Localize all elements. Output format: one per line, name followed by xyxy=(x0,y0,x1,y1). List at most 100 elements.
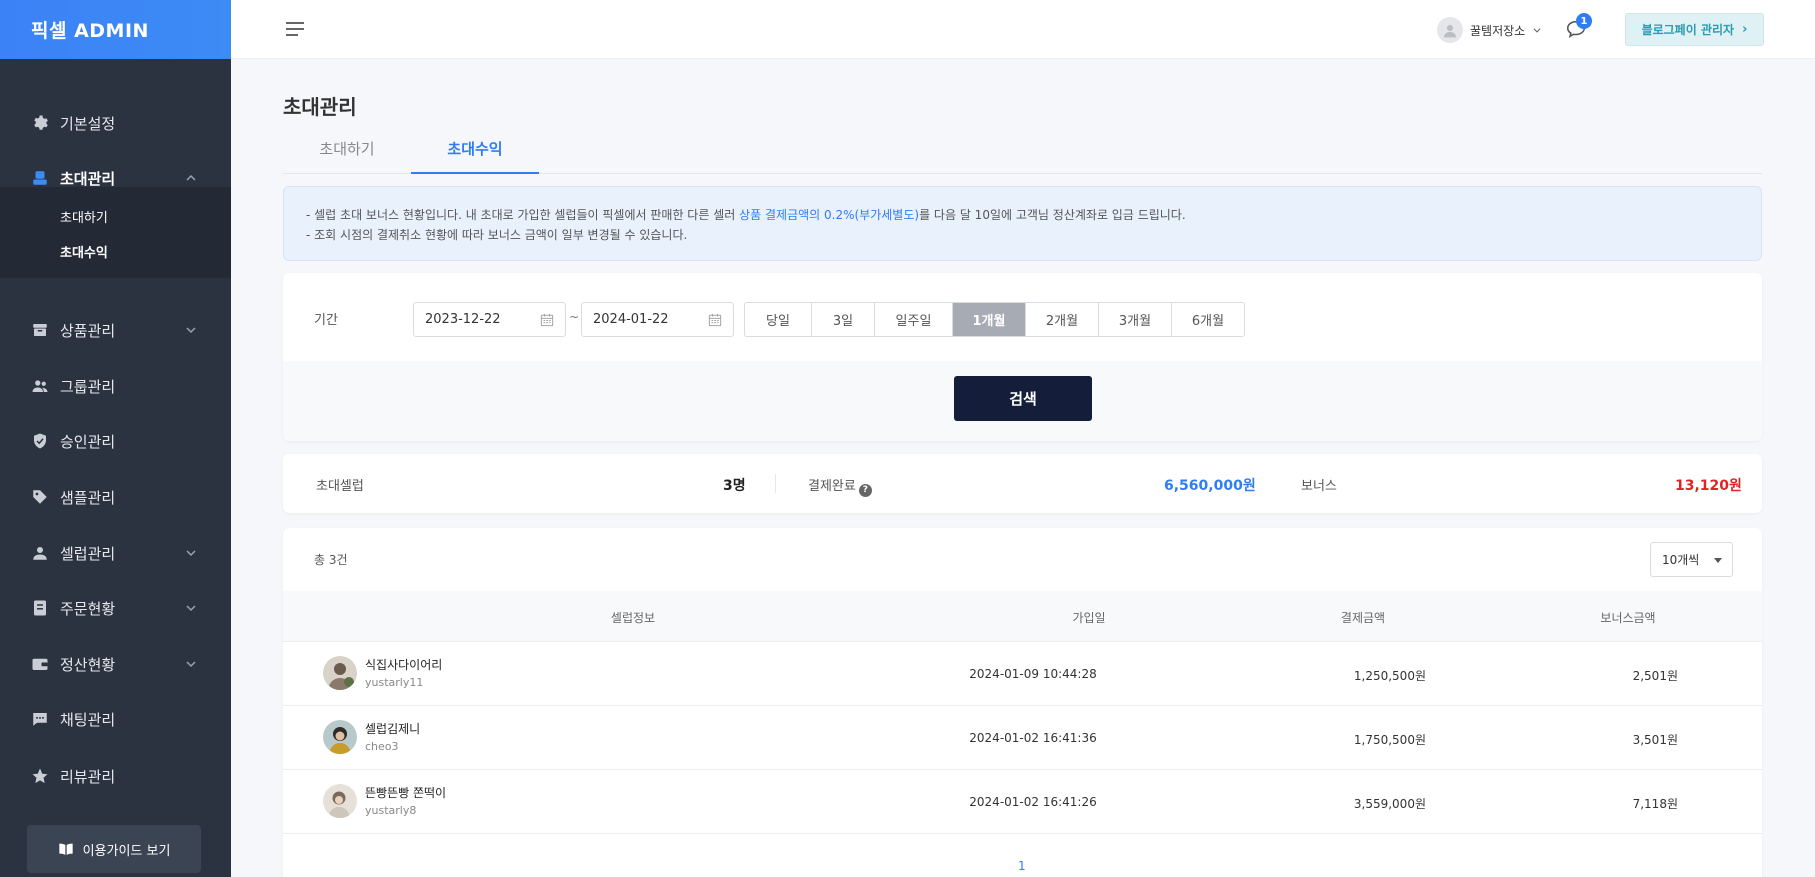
summary-bar: 초대셀럽 3명 결제완료? 6,560,000원 보너스 13,120원 xyxy=(283,454,1762,513)
sidebar-item-label: 상품관리 xyxy=(60,321,116,340)
search-button[interactable]: 검색 xyxy=(954,376,1092,421)
table-row[interactable]: 뜬빵뜬빵 쫀떡이 yustarly8 2024-01-02 16:41:26 3… xyxy=(283,770,1762,834)
paid-label: 결제완료? xyxy=(808,475,872,497)
period-3months-button[interactable]: 3개월 xyxy=(1099,303,1172,336)
brand-logo[interactable]: 픽셀 ADMIN xyxy=(0,0,231,59)
tag-icon xyxy=(30,487,50,507)
sidebar-item-basic-settings[interactable]: 기본설정 xyxy=(0,103,231,143)
sidebar-item-settlement[interactable]: 정산현황 xyxy=(0,644,231,684)
filter-actions: 검색 xyxy=(283,361,1762,441)
sidebar-item-groups[interactable]: 그룹관리 xyxy=(0,366,231,406)
bonus-amount: 3,501원 xyxy=(1632,733,1678,747)
user-avatar xyxy=(1437,17,1463,43)
period-3days-button[interactable]: 3일 xyxy=(812,303,875,336)
guide-button-label: 이용가이드 보기 xyxy=(82,843,171,859)
chat-bubble-icon xyxy=(30,709,50,729)
chevron-down-icon xyxy=(186,605,196,612)
page-size-select[interactable]: 10개씩 xyxy=(1650,542,1733,577)
chevron-right-icon: › xyxy=(1742,22,1748,37)
period-2months-button[interactable]: 2개월 xyxy=(1026,303,1099,336)
column-join-date: 가입일 xyxy=(1072,611,1106,625)
caret-down-icon xyxy=(1714,558,1722,563)
sidebar-item-reviews[interactable]: 리뷰관리 xyxy=(0,756,231,796)
join-date: 2024-01-09 10:44:28 xyxy=(969,667,1097,681)
submenu-invite-revenue[interactable]: 초대수익 xyxy=(60,242,108,261)
period-6months-button[interactable]: 6개월 xyxy=(1172,303,1244,336)
admin-button-label: 블로그페이 관리자 xyxy=(1641,23,1735,37)
payment-amount: 3,559,000원 xyxy=(1353,797,1426,811)
bonus-amount: 13,120원 xyxy=(1675,478,1742,494)
invited-label: 초대셀럽 xyxy=(316,479,364,494)
sidebar: 픽셀 ADMIN 기본설정 초대관리 초대하기 초대수익 상품관리 그룹관리 승… xyxy=(0,0,231,877)
star-icon xyxy=(30,766,50,786)
celeb-id: cheo3 xyxy=(365,740,399,753)
period-today-button[interactable]: 당일 xyxy=(745,303,812,336)
end-date-input[interactable]: 2024-01-22 xyxy=(581,302,734,337)
celeb-name: 뜬빵뜬빵 쫀떡이 xyxy=(365,786,447,800)
submenu-invite[interactable]: 초대하기 xyxy=(60,207,108,226)
payment-amount: 1,750,500원 xyxy=(1353,733,1426,747)
sidebar-item-label: 리뷰관리 xyxy=(60,767,116,786)
pagination-page-1[interactable]: 1 xyxy=(1018,859,1026,873)
sidebar-item-products[interactable]: 상품관리 xyxy=(0,310,231,350)
sidebar-item-celebs[interactable]: 셀럽관리 xyxy=(0,533,231,573)
invite-icon xyxy=(30,168,50,188)
sidebar-item-approval[interactable]: 승인관리 xyxy=(0,421,231,461)
shield-check-icon xyxy=(30,431,50,451)
top-header: 꿀템저장소 1 블로그페이 관리자 › xyxy=(231,0,1815,59)
sidebar-item-label: 채팅관리 xyxy=(60,710,116,729)
chevron-down-icon xyxy=(186,550,196,557)
calendar-icon xyxy=(540,313,554,327)
invite-revenue-list: 총 3건 10개씩 셀럽정보 가입일 결제금액 보너스금액 식집사다이어리 yu… xyxy=(283,528,1762,877)
invite-submenu: 초대하기 초대수익 xyxy=(0,187,231,278)
notice-box: - 셀럽 초대 보너스 현황입니다. 내 초대로 가입한 셀럽들이 픽셀에서 판… xyxy=(283,186,1762,261)
chevron-up-icon xyxy=(186,174,196,181)
sidebar-item-label: 주문현황 xyxy=(60,599,116,618)
blogpay-admin-button[interactable]: 블로그페이 관리자 › xyxy=(1625,13,1764,46)
celeb-name: 식집사다이어리 xyxy=(365,658,443,672)
page-title: 초대관리 xyxy=(283,95,357,119)
notice-highlight: 상품 결제금액의 0.2%(부가세별도) xyxy=(739,208,920,222)
sidebar-item-label: 정산현황 xyxy=(60,655,116,674)
sidebar-item-label: 셀럽관리 xyxy=(60,544,116,563)
chevron-down-icon xyxy=(186,327,196,334)
total-count: 총 3건 xyxy=(314,553,348,567)
column-celeb-info: 셀럽정보 xyxy=(610,611,656,625)
sidebar-item-label: 그룹관리 xyxy=(60,377,116,396)
table-row[interactable]: 식집사다이어리 yustarly11 2024-01-09 10:44:28 1… xyxy=(283,642,1762,706)
gear-icon xyxy=(30,113,50,133)
receipt-icon xyxy=(30,598,50,618)
bonus-amount: 2,501원 xyxy=(1632,669,1678,683)
join-date: 2024-01-02 16:41:26 xyxy=(969,795,1097,809)
start-date-input[interactable]: 2023-12-22 xyxy=(413,302,566,337)
period-1month-button[interactable]: 1개월 xyxy=(953,303,1026,336)
bonus-label: 보너스 xyxy=(1301,479,1337,494)
sidebar-item-label: 기본설정 xyxy=(60,114,116,133)
guide-button[interactable]: 이용가이드 보기 xyxy=(27,825,201,873)
sidebar-item-label: 초대관리 xyxy=(60,169,116,188)
notice-line-1: - 셀럽 초대 보너스 현황입니다. 내 초대로 가입한 셀럽들이 픽셀에서 판… xyxy=(306,208,1186,222)
bonus-amount: 7,118원 xyxy=(1632,797,1678,811)
chat-notification[interactable]: 1 xyxy=(1565,13,1592,42)
sidebar-item-orders[interactable]: 주문현황 xyxy=(0,588,231,628)
summary-divider xyxy=(775,474,776,493)
help-icon[interactable]: ? xyxy=(858,483,872,497)
period-week-button[interactable]: 일주일 xyxy=(875,303,953,336)
period-label: 기간 xyxy=(314,313,338,328)
tab-invite[interactable]: 초대하기 xyxy=(283,138,411,174)
sidebar-item-samples[interactable]: 샘플관리 xyxy=(0,477,231,517)
celeb-id: yustarly11 xyxy=(365,676,424,689)
user-menu[interactable]: 꿀템저장소 xyxy=(1437,17,1542,43)
filter-panel: 기간 2023-12-22 ~ 2024-01-22 당일 3일 일주일 1개월… xyxy=(283,273,1762,441)
chevron-down-icon xyxy=(1533,28,1541,33)
celeb-avatar xyxy=(323,720,357,754)
celeb-avatar xyxy=(323,784,357,818)
table-row[interactable]: 셀럽김제니 cheo3 2024-01-02 16:41:36 1,750,50… xyxy=(283,706,1762,770)
hamburger-menu-icon[interactable] xyxy=(286,21,304,37)
group-icon xyxy=(30,376,50,396)
payment-amount: 1,250,500원 xyxy=(1353,669,1426,683)
sidebar-item-chat[interactable]: 채팅관리 xyxy=(0,699,231,739)
tab-invite-revenue[interactable]: 초대수익 xyxy=(411,138,539,174)
celeb-id: yustarly8 xyxy=(365,804,417,817)
celeb-avatar xyxy=(323,656,357,690)
